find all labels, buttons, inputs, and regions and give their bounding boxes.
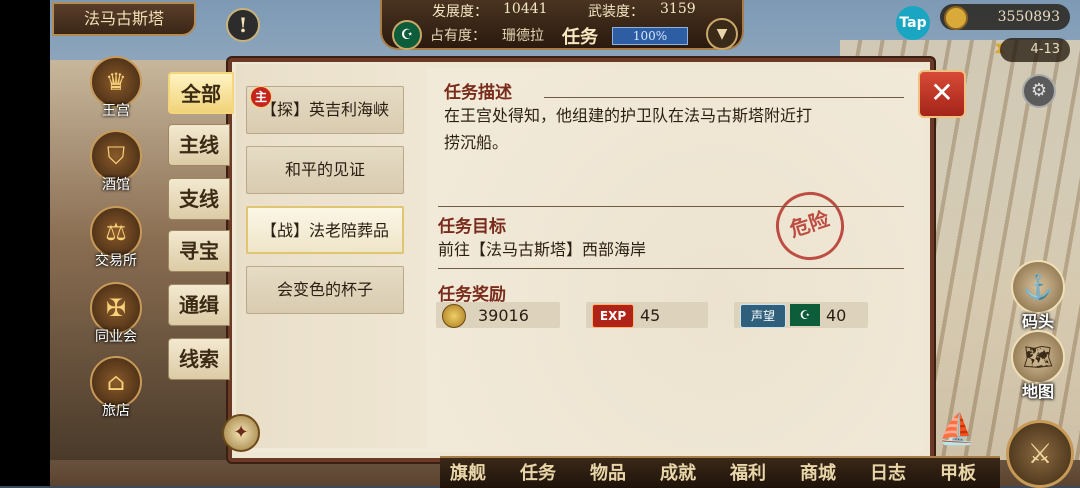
quest-item[interactable]: 会变色的杯子 xyxy=(246,266,404,314)
occupancy-owner: 珊德拉 xyxy=(502,28,544,44)
nav-items[interactable]: 物品 xyxy=(590,459,626,485)
gear-icon[interactable]: ⚙ xyxy=(1022,74,1056,108)
tap-logo[interactable]: Tap xyxy=(896,6,930,40)
armament-value: 3159 xyxy=(660,1,696,17)
quest-item[interactable]: 和平的见证 xyxy=(246,146,404,194)
tab-side[interactable]: 支线 xyxy=(168,178,230,220)
nav-deck[interactable]: 甲板 xyxy=(940,459,976,485)
left-letterbox xyxy=(0,0,50,486)
description-line-2: 捞沉船。 xyxy=(444,133,509,152)
armament-label: 武装度： xyxy=(588,4,644,20)
quest-item-selected[interactable]: 【战】法老陪葬品 xyxy=(246,206,404,254)
map-button[interactable]: 🗺 地图 xyxy=(1008,330,1068,402)
city-inn-button[interactable]: ⌂ 旅店 xyxy=(88,356,144,420)
tab-all[interactable]: 全部 xyxy=(168,72,234,114)
nav-flagship[interactable]: 旗舰 xyxy=(450,459,486,485)
tab-main[interactable]: 主线 xyxy=(168,124,230,166)
reward-exp-value: 45 xyxy=(640,306,661,325)
tab-treasure[interactable]: 寻宝 xyxy=(168,230,230,272)
gold-coin-icon xyxy=(442,304,466,328)
city-guild-label: 同业会 xyxy=(95,329,137,345)
city-inn-label: 旅店 xyxy=(102,403,130,419)
description-line-1: 在王宫处得知，他组建的护卫队在法马古斯塔附近打 xyxy=(444,106,813,125)
city-tavern-label: 酒馆 xyxy=(102,177,130,193)
goal-heading: 任务目标 xyxy=(438,217,506,237)
city-palace-label: 王宫 xyxy=(102,103,130,119)
exp-icon: EXP xyxy=(592,304,634,328)
game-date: 4-13 xyxy=(1000,38,1070,62)
reputation-icon: 声望 xyxy=(740,304,786,328)
chevron-down-icon[interactable]: ▼ xyxy=(706,18,738,50)
screen-title: 任务 xyxy=(562,27,598,48)
city-name-plate: 法马古斯塔 xyxy=(52,2,196,36)
description-heading: 任务描述 xyxy=(444,83,512,103)
development-value: 10441 xyxy=(503,1,548,17)
alert-icon[interactable]: ! xyxy=(226,8,260,42)
ship-icon[interactable]: ⛵ xyxy=(930,412,984,456)
tab-wanted[interactable]: 通缉 xyxy=(168,284,230,326)
nation-flag-icon: ☪ xyxy=(392,20,422,50)
dock-button[interactable]: ⚓ 码头 xyxy=(1008,260,1068,332)
main-quest-badge: 主 xyxy=(250,86,272,108)
close-button[interactable]: ✕ xyxy=(918,70,966,118)
dock-label: 码头 xyxy=(1021,312,1054,331)
nav-achievements[interactable]: 成就 xyxy=(660,459,696,485)
heading-divider xyxy=(544,97,904,98)
crossed-swords-icon[interactable]: ⚔ xyxy=(1006,420,1074,488)
nav-quests[interactable]: 任务 xyxy=(520,459,556,485)
nav-log[interactable]: 日志 xyxy=(870,459,906,485)
tab-clues[interactable]: 线索 xyxy=(168,338,230,380)
city-exchange-button[interactable]: ⚖ 交易所 xyxy=(88,206,144,270)
city-palace-button[interactable]: ♛ 王宫 xyxy=(88,56,144,120)
map-icon: 🗺 xyxy=(1011,330,1065,384)
section-divider xyxy=(438,206,904,207)
occupancy-bar: 100% xyxy=(612,27,688,45)
occupancy-label: 占有度： xyxy=(430,28,486,44)
gold-coin-icon xyxy=(944,6,968,30)
city-guild-button[interactable]: ✠ 同业会 xyxy=(88,282,144,346)
city-exchange-label: 交易所 xyxy=(95,253,137,269)
nav-shop[interactable]: 商城 xyxy=(800,459,836,485)
map-label: 地图 xyxy=(1021,382,1054,401)
reward-reputation-value: 40 xyxy=(826,306,847,325)
dock-icon: ⚓ xyxy=(1011,260,1065,314)
development-label: 发展度： xyxy=(432,4,488,20)
reward-gold-value: 39016 xyxy=(478,306,529,325)
city-tavern-button[interactable]: ⛉ 酒馆 xyxy=(88,130,144,194)
compass-icon[interactable]: ✦ xyxy=(222,414,260,452)
nation-flag-icon: ☪ xyxy=(790,304,820,326)
section-divider xyxy=(438,268,904,269)
nav-welfare[interactable]: 福利 xyxy=(730,459,766,485)
goal-text: 前往【法马古斯塔】西部海岸 xyxy=(438,240,647,259)
